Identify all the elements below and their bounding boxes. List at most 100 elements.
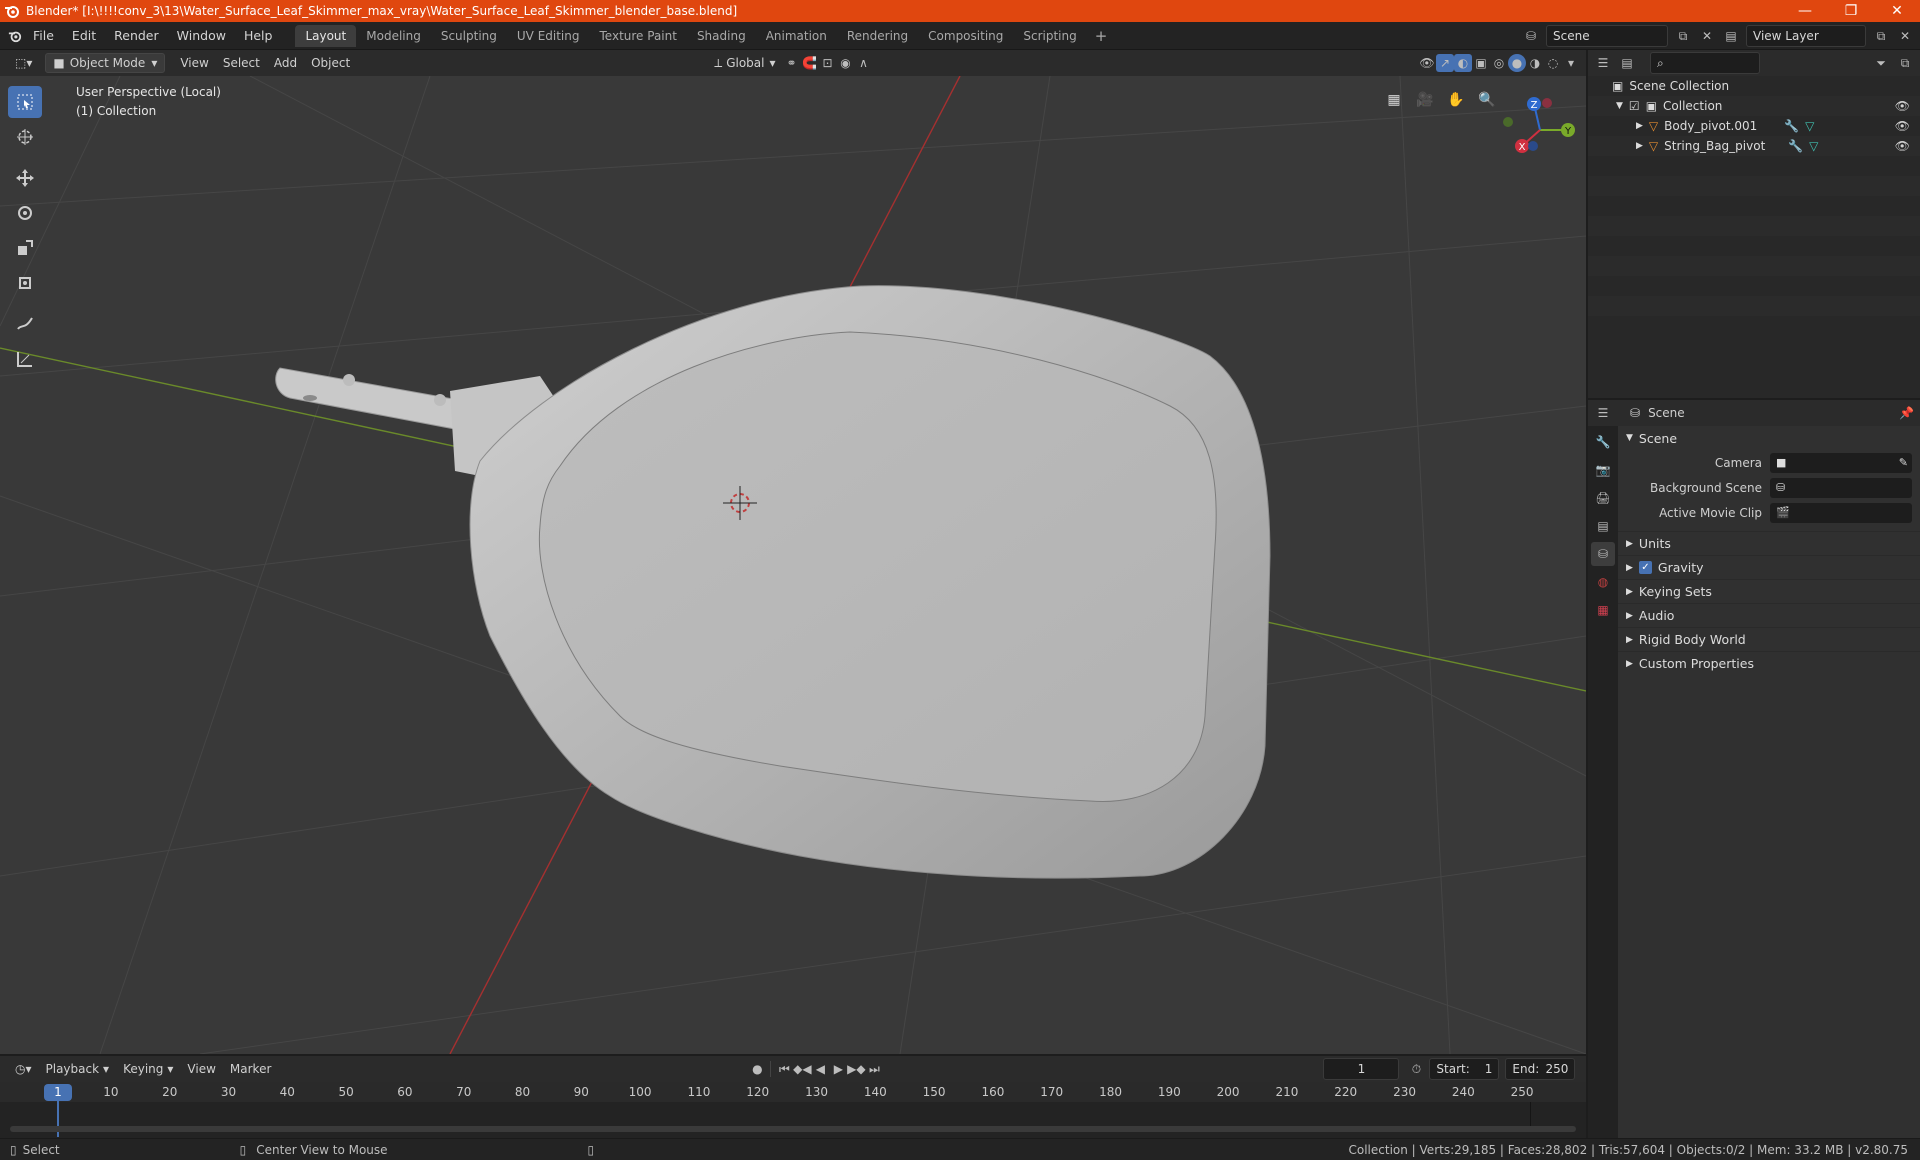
select-box-tool-icon[interactable] — [8, 86, 42, 118]
new-collection-icon[interactable]: ⧉ — [1896, 54, 1914, 72]
start-frame-field[interactable]: Start: 1 — [1429, 1058, 1500, 1080]
minimize-button[interactable]: — — [1782, 3, 1828, 19]
tab-texture-paint[interactable]: Texture Paint — [590, 25, 687, 47]
gravity-panel[interactable]: ▶ ✓ Gravity — [1618, 555, 1920, 579]
audio-panel[interactable]: ▶ Audio — [1618, 603, 1920, 627]
current-frame-marker[interactable]: 1 — [44, 1084, 72, 1101]
add-workspace-icon[interactable]: + — [1087, 27, 1116, 45]
delete-view-layer-icon[interactable]: ✕ — [1896, 27, 1914, 45]
menu-help[interactable]: Help — [235, 28, 282, 43]
menu-render[interactable]: Render — [105, 28, 168, 43]
output-tab-icon[interactable]: 🖨 — [1591, 486, 1615, 510]
tab-scripting[interactable]: Scripting — [1013, 25, 1086, 47]
jump-start-icon[interactable]: ⏮ — [775, 1060, 793, 1078]
view-layer-tab-icon[interactable]: ▤ — [1591, 514, 1615, 538]
menu-timeline-view[interactable]: View — [180, 1059, 222, 1079]
eye-icon[interactable]: 👁 — [1895, 139, 1910, 153]
view-layer-field[interactable]: View Layer — [1746, 25, 1866, 47]
tool-tab-icon[interactable]: 🔧 — [1591, 430, 1615, 454]
pin-icon[interactable]: 📌 — [1899, 406, 1914, 420]
scene-selector-icon[interactable]: ⛁ — [1522, 27, 1540, 45]
mesh-data-icon[interactable]: ▽ — [1809, 139, 1818, 153]
close-button[interactable]: ✕ — [1874, 3, 1920, 19]
menu-edit[interactable]: Edit — [63, 28, 105, 43]
material-shading-icon[interactable]: ◑ — [1526, 54, 1544, 72]
stopwatch-icon[interactable]: ⏱ — [1407, 1060, 1425, 1078]
tab-animation[interactable]: Animation — [756, 25, 837, 47]
shading-options-icon[interactable]: ▾ — [1562, 54, 1580, 72]
blender-menu-icon[interactable] — [6, 27, 24, 45]
snap-target-icon[interactable]: ⊡ — [819, 54, 837, 72]
menu-file[interactable]: File — [24, 28, 63, 43]
delete-scene-icon[interactable]: ✕ — [1698, 27, 1716, 45]
outliner-scene-collection[interactable]: ▣ Scene Collection — [1588, 76, 1920, 96]
tab-uv-editing[interactable]: UV Editing — [507, 25, 590, 47]
background-scene-field[interactable]: ⛁ — [1770, 477, 1912, 498]
rigid-body-world-panel[interactable]: ▶ Rigid Body World — [1618, 627, 1920, 651]
gizmo-toggle-icon[interactable]: ↗ — [1436, 54, 1454, 72]
orientation-dropdown[interactable]: ⟂ Global ▾ — [707, 53, 782, 73]
solid-shading-icon[interactable]: ● — [1508, 54, 1526, 72]
cursor-tool-icon[interactable] — [8, 121, 42, 153]
xray-icon[interactable]: ▣ — [1472, 54, 1490, 72]
menu-marker[interactable]: Marker — [223, 1059, 278, 1079]
expand-arrow-icon[interactable]: ▶ — [1636, 121, 1643, 131]
menu-select[interactable]: Select — [216, 53, 267, 73]
jump-end-icon[interactable]: ⏭ — [865, 1060, 883, 1078]
new-view-layer-icon[interactable]: ⧉ — [1872, 27, 1890, 45]
timeline-editor-icon[interactable]: ◷▾ — [8, 1059, 39, 1079]
texture-tab-icon[interactable]: ▦ — [1591, 598, 1615, 622]
overlay-toggle-icon[interactable]: ◐ — [1454, 54, 1472, 72]
measure-tool-icon[interactable] — [8, 343, 42, 375]
custom-properties-panel[interactable]: ▶ Custom Properties — [1618, 651, 1920, 675]
visibility-icon[interactable]: 👁 — [1418, 54, 1436, 72]
transform-tool-icon[interactable] — [8, 267, 42, 299]
tab-modeling[interactable]: Modeling — [356, 25, 431, 47]
proportional-edit-icon[interactable]: ◉ — [837, 54, 855, 72]
editor-type-icon[interactable]: ⬚▾ — [8, 53, 39, 73]
tab-sculpting[interactable]: Sculpting — [431, 25, 507, 47]
rendered-shading-icon[interactable]: ◌ — [1544, 54, 1562, 72]
frame-ruler[interactable]: 1 10 20 30 40 50 60 70 80 90 100 110 120 130 140 150 160… — [0, 1082, 1586, 1102]
menu-view[interactable]: View — [173, 53, 215, 73]
rotate-tool-icon[interactable] — [8, 197, 42, 229]
pan-hand-icon[interactable]: ✋ — [1442, 86, 1470, 114]
menu-add[interactable]: Add — [267, 53, 304, 73]
units-panel[interactable]: ▶ Units — [1618, 531, 1920, 555]
eye-icon[interactable]: 👁 — [1895, 99, 1910, 113]
outliner-editor-icon[interactable]: ☰ — [1594, 54, 1612, 72]
mode-dropdown[interactable]: ■ Object Mode ▾ — [45, 53, 166, 73]
3d-viewport[interactable]: User Perspective (Local) (1) Collection … — [0, 76, 1586, 1054]
view-layer-icon[interactable]: ▤ — [1722, 27, 1740, 45]
menu-keying[interactable]: Keying ▾ — [116, 1059, 180, 1079]
scene-tab-icon[interactable]: ⛁ — [1591, 542, 1615, 566]
display-mode-icon[interactable]: ▤ — [1618, 54, 1636, 72]
eyedropper-icon[interactable]: ✎ — [1899, 456, 1908, 469]
mesh-data-icon[interactable]: ▽ — [1805, 119, 1814, 133]
camera-view-icon[interactable]: 🎥 — [1411, 86, 1439, 114]
zoom-icon[interactable]: 🔍 — [1473, 86, 1501, 114]
keying-sets-panel[interactable]: ▶ Keying Sets — [1618, 579, 1920, 603]
play-icon[interactable]: ▶ — [829, 1060, 847, 1078]
end-frame-field[interactable]: End: 250 — [1505, 1058, 1576, 1080]
modifier-wrench-icon[interactable]: 🔧 — [1784, 119, 1799, 133]
render-tab-icon[interactable]: 📷 — [1591, 458, 1615, 482]
scale-tool-icon[interactable] — [8, 232, 42, 264]
next-keyframe-icon[interactable]: ▶◆ — [847, 1060, 865, 1078]
timeline[interactable]: 1 10 20 30 40 50 60 70 80 90 100 110 120 130 140 150 160… — [0, 1082, 1586, 1138]
world-tab-icon[interactable]: ◍ — [1591, 570, 1615, 594]
checkbox-icon[interactable]: ☑ — [1629, 99, 1640, 113]
falloff-icon[interactable]: ∧ — [855, 54, 873, 72]
properties-editor-icon[interactable]: ☰ — [1594, 404, 1612, 422]
outliner-collection-row[interactable]: ▼ ☑ ▣ Collection 👁 — [1588, 96, 1920, 116]
modifier-wrench-icon[interactable]: 🔧 — [1788, 139, 1803, 153]
expand-arrow-icon[interactable]: ▶ — [1636, 141, 1643, 151]
camera-field[interactable]: ■ ✎ — [1770, 452, 1912, 473]
wireframe-shading-icon[interactable]: ◎ — [1490, 54, 1508, 72]
filter-icon[interactable]: ⏷ — [1872, 54, 1890, 72]
tab-rendering[interactable]: Rendering — [837, 25, 918, 47]
current-frame-field[interactable]: 1 — [1323, 1058, 1400, 1080]
navigation-gizmo[interactable]: Y Z X — [1500, 90, 1580, 170]
tab-compositing[interactable]: Compositing — [918, 25, 1013, 47]
eye-icon[interactable]: 👁 — [1895, 119, 1910, 133]
